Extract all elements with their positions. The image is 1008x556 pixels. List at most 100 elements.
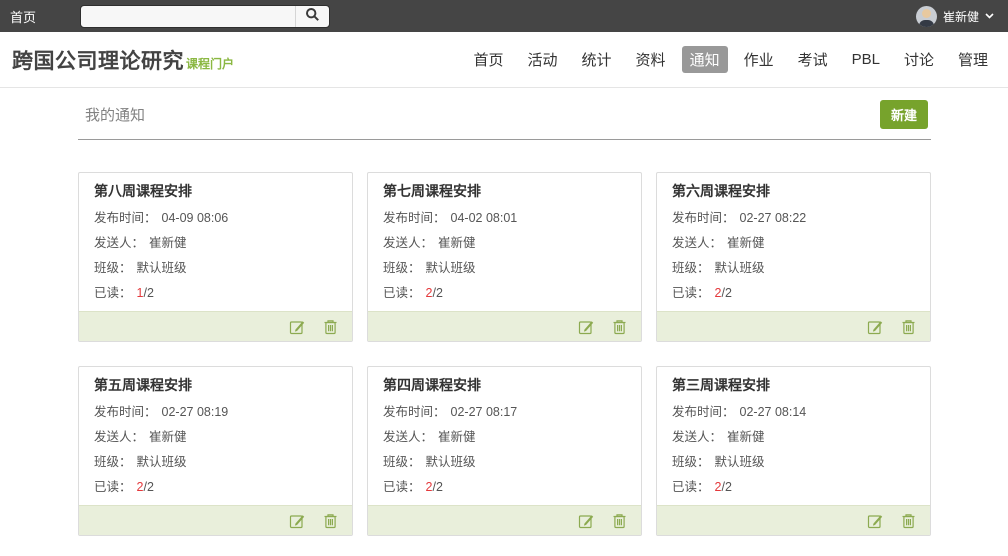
read-row: 已读：2/2: [383, 286, 626, 300]
user-name: 崔新健: [943, 8, 979, 25]
nav-item-通知[interactable]: 通知: [682, 46, 728, 73]
notification-grid: 第八周课程安排 发布时间：04-09 08:06 发送人：崔新健 班级：默认班级…: [78, 172, 931, 536]
card-body: 第四周课程安排 发布时间：02-27 08:17 发送人：崔新健 班级：默认班级…: [368, 367, 641, 505]
notification-title: 第六周课程安排: [672, 183, 915, 200]
nav-item-PBL[interactable]: PBL: [844, 48, 888, 71]
read-label: 已读：: [94, 480, 132, 494]
avatar: [916, 6, 937, 27]
read-label: 已读：: [672, 286, 710, 300]
edit-icon[interactable]: [866, 512, 884, 530]
trash-icon[interactable]: [899, 512, 917, 530]
main-content: 我的通知 新建 第八周课程安排 发布时间：04-09 08:06 发送人：崔新健…: [78, 88, 931, 536]
publish-time-label: 发布时间：: [383, 211, 446, 225]
sender-row: 发送人：崔新健: [94, 430, 337, 444]
class-value: 默认班级: [715, 261, 765, 275]
nav-item-活动[interactable]: 活动: [520, 46, 566, 73]
read-total: /2: [432, 286, 442, 300]
sender-label: 发送人：: [672, 236, 722, 250]
nav-item-讨论[interactable]: 讨论: [896, 46, 942, 73]
nav-item-作业[interactable]: 作业: [736, 46, 782, 73]
trash-icon[interactable]: [610, 318, 628, 336]
card-body: 第六周课程安排 发布时间：02-27 08:22 发送人：崔新健 班级：默认班级…: [657, 173, 930, 311]
publish-time-row: 发布时间： 04-02 08:01: [383, 211, 626, 225]
card-body: 第五周课程安排 发布时间：02-27 08:19 发送人：崔新健 班级：默认班级…: [79, 367, 352, 505]
chevron-down-icon: [985, 13, 994, 19]
new-notification-button[interactable]: 新建: [880, 100, 928, 129]
card-body: 第三周课程安排 发布时间：02-27 08:14 发送人：崔新健 班级：默认班级…: [657, 367, 930, 505]
course-title: 跨国公司理论研究: [12, 45, 184, 75]
read-total: /2: [721, 480, 731, 494]
course-portal-label: 课程门户: [186, 55, 234, 72]
card-footer: [657, 505, 930, 535]
publish-time-value: 04-09 08:06: [162, 211, 229, 225]
nav-item-资料[interactable]: 资料: [628, 46, 674, 73]
read-total: /2: [432, 480, 442, 494]
publish-time-label: 发布时间：: [383, 405, 446, 419]
card-footer: [657, 311, 930, 341]
sender-label: 发送人：: [383, 236, 433, 250]
edit-icon[interactable]: [288, 318, 306, 336]
card-body: 第七周课程安排 发布时间： 04-02 08:01 发送人：崔新健 班级： 默认班级…: [368, 173, 641, 311]
sender-value: 崔新健: [438, 430, 476, 444]
trash-icon[interactable]: [321, 318, 339, 336]
class-label: 班级：: [383, 455, 421, 469]
search-button[interactable]: [295, 6, 329, 27]
edit-icon[interactable]: [866, 318, 884, 336]
trash-icon[interactable]: [899, 318, 917, 336]
search-box: [80, 5, 330, 28]
notification-title: 第七周课程安排: [383, 183, 626, 200]
read-row: 已读：2/2: [672, 480, 915, 494]
publish-time-label: 发布时间：: [94, 405, 157, 419]
read-row: 已读：2/2: [94, 480, 337, 494]
sender-row: 发送人：崔新健: [383, 430, 626, 444]
sender-label: 发送人：: [94, 430, 144, 444]
publish-time-label: 发布时间：: [94, 211, 157, 225]
publish-time-value: 02-27 08:17: [451, 405, 518, 419]
sender-value: 崔新健: [727, 430, 765, 444]
nav-item-管理[interactable]: 管理: [950, 46, 996, 73]
read-label: 已读：: [383, 480, 421, 494]
main-nav: 首页 活动 统计 资料 通知 作业 考试 PBL 讨论 管理: [466, 46, 997, 73]
search-input[interactable]: [81, 6, 295, 27]
read-row: 已读：2/2: [383, 480, 626, 494]
class-value: 默认班级: [426, 261, 476, 275]
edit-icon[interactable]: [288, 512, 306, 530]
publish-time-value: 02-27 08:14: [740, 405, 807, 419]
class-row: 班级：默认班级: [672, 455, 915, 469]
trash-icon[interactable]: [321, 512, 339, 530]
trash-icon[interactable]: [610, 512, 628, 530]
edit-icon[interactable]: [577, 318, 595, 336]
notification-title: 第八周课程安排: [94, 183, 337, 200]
read-total: /2: [143, 480, 153, 494]
class-row: 班级：默认班级: [94, 261, 337, 275]
publish-time-value: 04-02 08:01: [451, 211, 518, 225]
publish-time-row: 发布时间：02-27 08:19: [94, 405, 337, 419]
card-footer: [368, 505, 641, 535]
user-menu[interactable]: 崔新健: [916, 6, 994, 27]
topbar-home-link[interactable]: 首页: [10, 7, 36, 26]
notification-card[interactable]: 第六周课程安排 发布时间：02-27 08:22 发送人：崔新健 班级：默认班级…: [656, 172, 931, 342]
class-row: 班级： 默认班级: [383, 261, 626, 275]
nav-item-考试[interactable]: 考试: [790, 46, 836, 73]
class-label: 班级：: [383, 261, 421, 275]
edit-icon[interactable]: [577, 512, 595, 530]
publish-time-row: 发布时间： 02-27 08:17: [383, 405, 626, 419]
notification-card[interactable]: 第四周课程安排 发布时间：02-27 08:17 发送人：崔新健 班级：默认班级…: [367, 366, 642, 536]
read-row: 已读：1/2: [94, 286, 337, 300]
sender-value: 崔新健: [727, 236, 765, 250]
read-label: 已读：: [94, 286, 132, 300]
publish-time-label: 发布时间：: [672, 211, 735, 225]
nav-item-统计[interactable]: 统计: [574, 46, 620, 73]
notification-card[interactable]: 第七周课程安排 发布时间： 04-02 08:01 发送人：崔新健 班级： 默认班级…: [367, 172, 642, 342]
section-divider: [78, 139, 931, 140]
notification-card[interactable]: 第五周课程安排 发布时间：02-27 08:19 发送人：崔新健 班级：默认班级…: [78, 366, 353, 536]
card-footer: [79, 311, 352, 341]
read-total: /2: [143, 286, 153, 300]
notification-card[interactable]: 第三周课程安排 发布时间：02-27 08:14 发送人：崔新健 班级：默认班级…: [656, 366, 931, 536]
page-title: 我的通知: [85, 107, 145, 124]
sender-value: 崔新健: [149, 236, 187, 250]
nav-item-首页[interactable]: 首页: [466, 46, 512, 73]
card-body: 第八周课程安排 发布时间：04-09 08:06 发送人：崔新健 班级：默认班级…: [79, 173, 352, 311]
sender-row: 发送人：崔新健: [383, 236, 626, 250]
notification-card[interactable]: 第八周课程安排 发布时间：04-09 08:06 发送人：崔新健 班级：默认班级…: [78, 172, 353, 342]
